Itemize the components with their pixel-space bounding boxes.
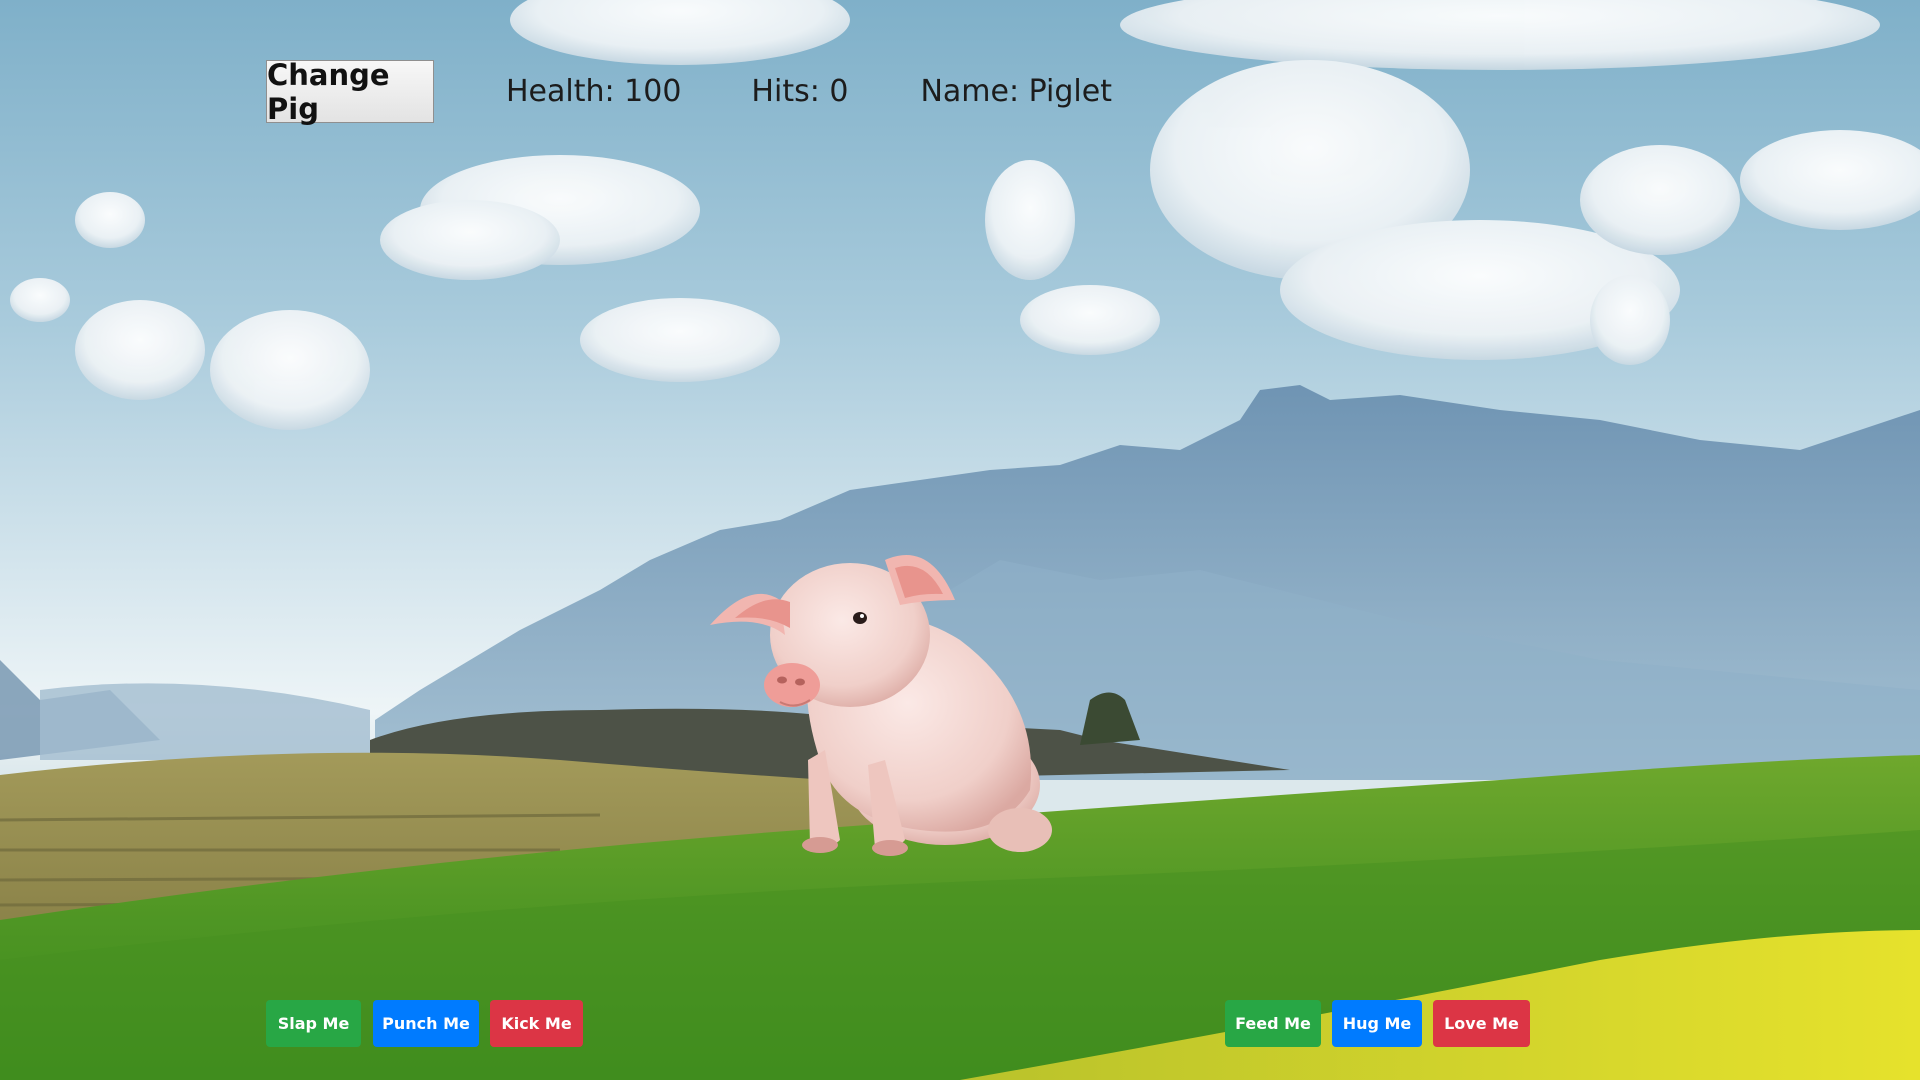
health-display: Health: 100 bbox=[506, 74, 682, 109]
slap-button[interactable]: Slap Me bbox=[266, 1000, 361, 1047]
status-bar: Change Pig Health: 100 Hits: 0 Name: Pig… bbox=[266, 58, 1112, 126]
kick-button[interactable]: Kick Me bbox=[490, 1000, 583, 1047]
game-scene: Change Pig Health: 100 Hits: 0 Name: Pig… bbox=[0, 0, 1920, 1080]
pig-name-display: Name: Piglet bbox=[920, 74, 1112, 109]
change-pig-button[interactable]: Change Pig bbox=[266, 58, 434, 126]
love-button[interactable]: Love Me bbox=[1433, 1000, 1530, 1047]
feed-button[interactable]: Feed Me bbox=[1225, 1000, 1321, 1047]
pig-character[interactable] bbox=[700, 530, 1100, 860]
hits-display: Hits: 0 bbox=[751, 74, 849, 109]
hug-button[interactable]: Hug Me bbox=[1332, 1000, 1422, 1047]
punch-button[interactable]: Punch Me bbox=[373, 1000, 479, 1047]
